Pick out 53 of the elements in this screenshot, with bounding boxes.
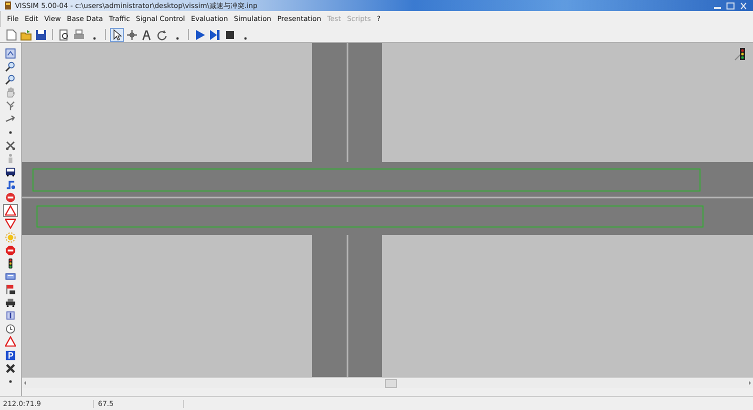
dropdown-icon: [176, 36, 178, 40]
pointer-icon: [111, 28, 123, 40]
play-icon: [194, 28, 206, 40]
traffic-light-icon: [734, 48, 745, 60]
tool-button[interactable]: [57, 28, 71, 42]
restore-icon[interactable]: [725, 2, 736, 10]
no-entry-icon: [5, 192, 16, 204]
crossed-bars-icon: [5, 362, 16, 374]
stop-icon: [224, 28, 236, 40]
bar-icon: [5, 310, 16, 322]
clock-icon: [5, 323, 16, 334]
arrow-icon: [5, 114, 16, 125]
tool-button[interactable]: [3, 138, 18, 152]
dropdown-icon: [244, 36, 246, 40]
branch-icon: [5, 100, 16, 112]
tool-button[interactable]: [3, 296, 18, 310]
scroll-right-icon[interactable]: [747, 379, 753, 387]
scroll-thumb[interactable]: [385, 378, 397, 388]
rotate-icon: [156, 28, 168, 40]
hand-icon: [5, 87, 16, 98]
tool-button[interactable]: [110, 28, 124, 42]
horizontal-scrollbar[interactable]: [22, 377, 753, 388]
dropdown-icon: [92, 36, 96, 40]
flag-icon: [5, 284, 16, 295]
move-icon: [126, 28, 138, 40]
tool-button[interactable]: [125, 28, 139, 42]
warning-icon: [5, 205, 16, 216]
bus-icon: [5, 166, 16, 177]
magnifier-icon: [5, 74, 16, 86]
parking-icon: [5, 350, 16, 361]
document-icon: [5, 28, 17, 40]
tool-button[interactable]: [34, 28, 48, 42]
letter-a-icon: [141, 28, 153, 40]
tool-button[interactable]: [155, 28, 169, 42]
magnifier-icon: [5, 61, 16, 72]
stop-sign-icon: [5, 244, 16, 256]
printer-icon: [73, 28, 85, 40]
tool-button[interactable]: [3, 362, 18, 375]
scroll-left-icon[interactable]: [22, 379, 28, 387]
route-icon: [5, 179, 16, 190]
car-icon: [5, 297, 16, 308]
sun-icon: [5, 232, 16, 243]
app-icon: [4, 1, 12, 10]
page-magnifier-icon: [58, 28, 70, 40]
tool-button[interactable]: [3, 348, 18, 362]
yield-icon: [5, 218, 16, 230]
window-icon: [5, 48, 16, 59]
close-icon[interactable]: [738, 2, 749, 10]
detector-icon: [5, 270, 16, 282]
warning-icon: [5, 336, 16, 348]
folder-icon: [20, 28, 32, 40]
scissors-icon: [5, 140, 16, 151]
step-icon: [209, 28, 221, 40]
